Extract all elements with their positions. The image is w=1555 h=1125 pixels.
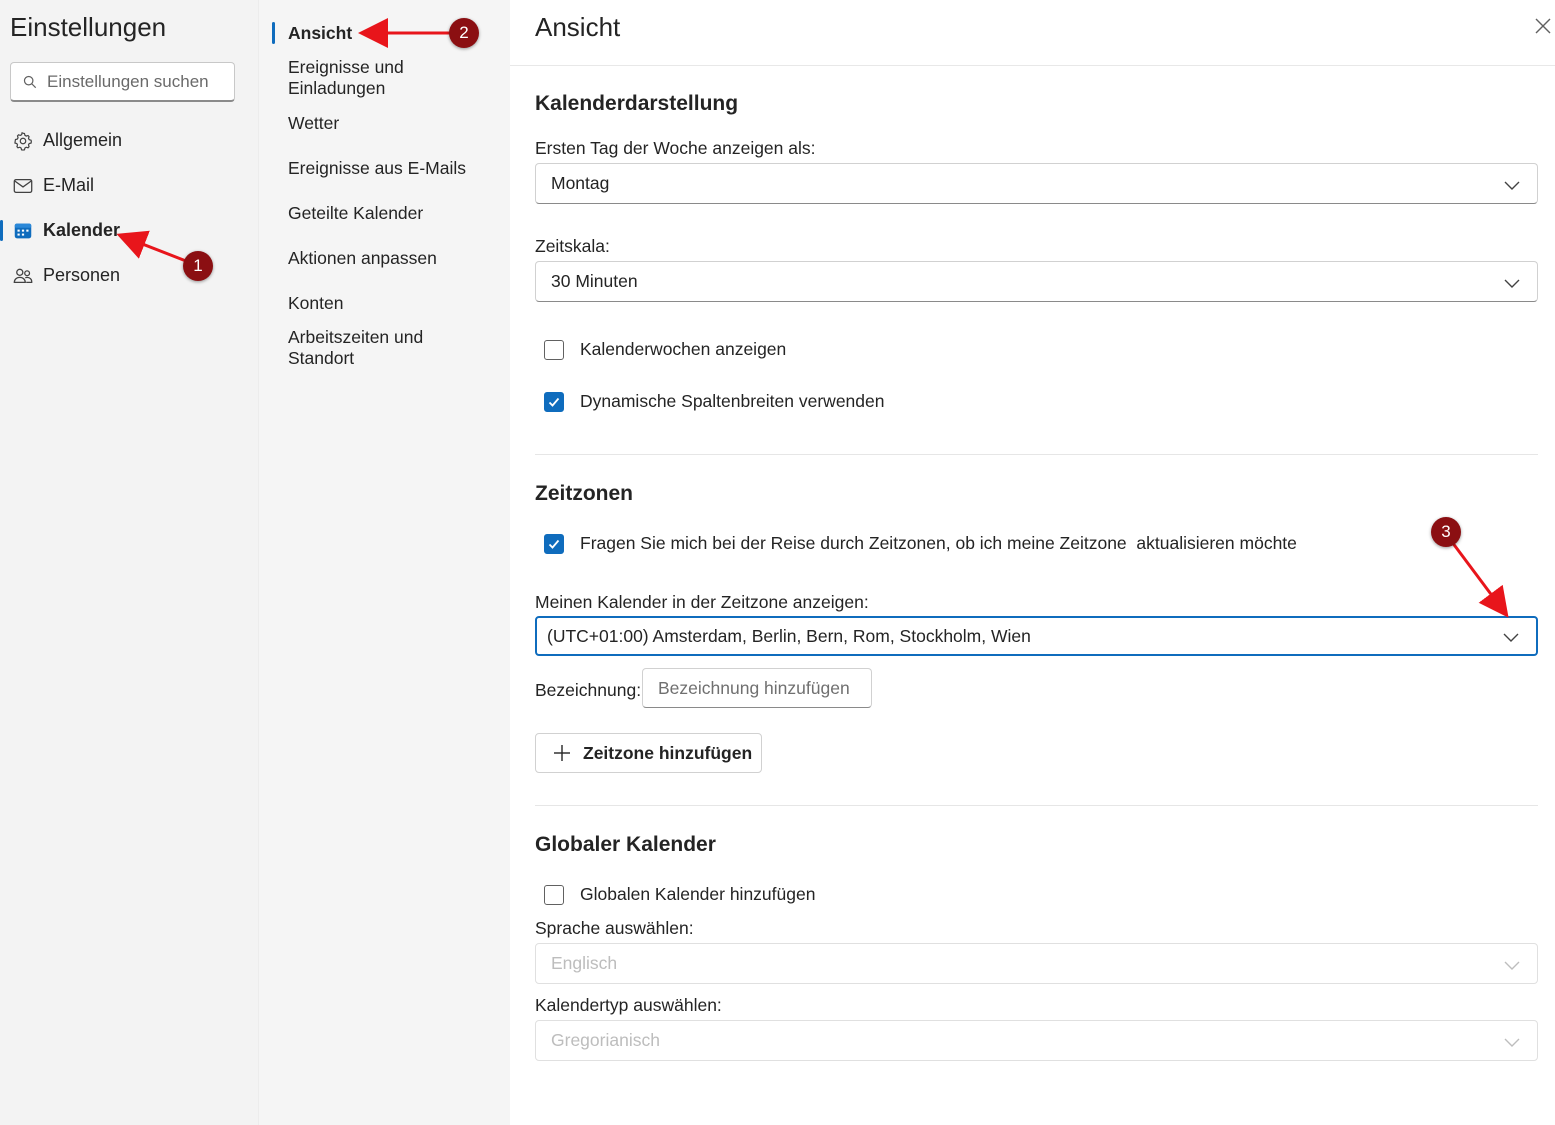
sidebar-item-label: Personen bbox=[43, 265, 121, 285]
settings-title: Einstellungen bbox=[10, 12, 167, 42]
annotation-badge-1: 1 bbox=[183, 251, 213, 281]
ask-travel-checkbox[interactable] bbox=[544, 533, 564, 554]
mail-icon bbox=[13, 178, 33, 193]
chevron-down-icon bbox=[1504, 961, 1520, 970]
section-heading-calendar-display: Kalenderdarstellung bbox=[535, 92, 739, 115]
header-divider bbox=[510, 65, 1555, 66]
subnav-item-arbeitszeiten[interactable]: Arbeitszeiten und Standort bbox=[288, 327, 488, 369]
time-zone-dropdown[interactable]: (UTC+01:00) Amsterdam, Berlin, Bern, Rom… bbox=[535, 616, 1538, 656]
chevron-down-icon bbox=[1504, 1038, 1520, 1047]
section-heading-global-calendar: Globaler Kalender bbox=[535, 833, 716, 856]
people-icon bbox=[13, 268, 33, 283]
time-scale-dropdown[interactable]: 30 Minuten bbox=[535, 261, 1538, 302]
page-title: Ansicht bbox=[535, 12, 621, 42]
time-scale-value: 30 Minuten bbox=[551, 271, 638, 291]
sidebar-item-email[interactable]: E-Mail bbox=[0, 163, 258, 208]
time-scale-label: Zeitskala: bbox=[535, 236, 610, 256]
first-day-dropdown[interactable]: Montag bbox=[535, 163, 1538, 204]
section-divider bbox=[535, 454, 1538, 455]
annotation-badge-3: 3 bbox=[1431, 517, 1461, 547]
global-calendar-label: Globalen Kalender hinzufügen bbox=[580, 884, 816, 904]
language-dropdown[interactable]: Englisch bbox=[535, 943, 1538, 984]
global-calendar-checkbox[interactable] bbox=[544, 884, 564, 905]
sidebar-item-allgemein[interactable]: Allgemein bbox=[0, 118, 258, 163]
calendar-type-dropdown[interactable]: Gregorianisch bbox=[535, 1020, 1538, 1061]
chevron-down-icon bbox=[1503, 633, 1519, 642]
ask-travel-label: Fragen Sie mich bei der Reise durch Zeit… bbox=[580, 533, 1297, 553]
tz-label-field[interactable] bbox=[642, 668, 872, 708]
week-numbers-checkbox[interactable] bbox=[544, 339, 564, 360]
global-calendar-option[interactable]: Globalen Kalender hinzufügen bbox=[544, 884, 815, 905]
ask-travel-option[interactable]: Fragen Sie mich bei der Reise durch Zeit… bbox=[544, 533, 1297, 554]
subnav-item-ereignisse-emails[interactable]: Ereignisse aus E-Mails bbox=[288, 158, 488, 179]
sidebar-item-personen[interactable]: Personen bbox=[0, 253, 258, 298]
dynamic-columns-label: Dynamische Spaltenbreiten verwenden bbox=[580, 391, 885, 411]
search-input[interactable] bbox=[47, 71, 227, 92]
week-numbers-option[interactable]: Kalenderwochen anzeigen bbox=[544, 339, 786, 360]
subnav-item-ereignisse-einladungen[interactable]: Ereignisse und Einladungen bbox=[288, 57, 488, 99]
subnav-item-konten[interactable]: Konten bbox=[288, 293, 488, 314]
subnav-item-geteilte-kalender[interactable]: Geteilte Kalender bbox=[288, 203, 488, 224]
week-numbers-label: Kalenderwochen anzeigen bbox=[580, 339, 787, 359]
sidebar-item-label: E-Mail bbox=[43, 175, 95, 195]
annotation-badge-2: 2 bbox=[449, 18, 479, 48]
section-divider bbox=[535, 805, 1538, 806]
first-day-value: Montag bbox=[551, 173, 610, 193]
first-day-label: Ersten Tag der Woche anzeigen als: bbox=[535, 138, 816, 158]
checkmark-icon bbox=[548, 539, 560, 549]
calendar-type-value: Gregorianisch bbox=[551, 1030, 660, 1050]
dynamic-columns-option[interactable]: Dynamische Spaltenbreiten verwenden bbox=[544, 391, 884, 412]
chevron-down-icon bbox=[1504, 279, 1520, 288]
time-zone-value: (UTC+01:00) Amsterdam, Berlin, Bern, Rom… bbox=[547, 625, 1031, 646]
subnav-item-aktionen[interactable]: Aktionen anpassen bbox=[288, 248, 488, 269]
close-icon[interactable] bbox=[1533, 16, 1553, 36]
subnav-item-wetter[interactable]: Wetter bbox=[288, 113, 488, 134]
chevron-down-icon bbox=[1504, 181, 1520, 190]
active-indicator bbox=[272, 22, 275, 44]
add-time-zone-button[interactable]: Zeitzone hinzufügen bbox=[535, 733, 762, 773]
checkmark-icon bbox=[548, 397, 560, 407]
show-in-tz-label: Meinen Kalender in der Zeitzone anzeigen… bbox=[535, 592, 869, 612]
sidebar-item-kalender[interactable]: Kalender bbox=[0, 208, 258, 253]
calendar-icon bbox=[14, 223, 32, 238]
language-label: Sprache auswählen: bbox=[535, 918, 694, 938]
language-value: Englisch bbox=[551, 953, 618, 973]
section-heading-time-zones: Zeitzonen bbox=[535, 482, 633, 505]
gear-icon bbox=[14, 131, 32, 151]
calendar-type-label: Kalendertyp auswählen: bbox=[535, 995, 722, 1015]
plus-icon bbox=[554, 745, 570, 761]
sidebar-item-label: Allgemein bbox=[43, 130, 123, 150]
tz-label-caption: Bezeichnung: bbox=[535, 680, 642, 700]
search-icon bbox=[23, 75, 37, 88]
add-time-zone-label: Zeitzone hinzufügen bbox=[583, 742, 753, 763]
dynamic-columns-checkbox[interactable] bbox=[544, 391, 564, 412]
settings-search[interactable] bbox=[10, 62, 235, 102]
settings-sidebar: Einstellungen Allgemein E-Mail Kalender … bbox=[0, 0, 258, 1125]
tz-label-input[interactable] bbox=[643, 669, 871, 707]
sidebar-item-label: Kalender bbox=[43, 220, 121, 240]
settings-content: Ansicht Kalenderdarstellung Ersten Tag d… bbox=[510, 0, 1555, 1125]
